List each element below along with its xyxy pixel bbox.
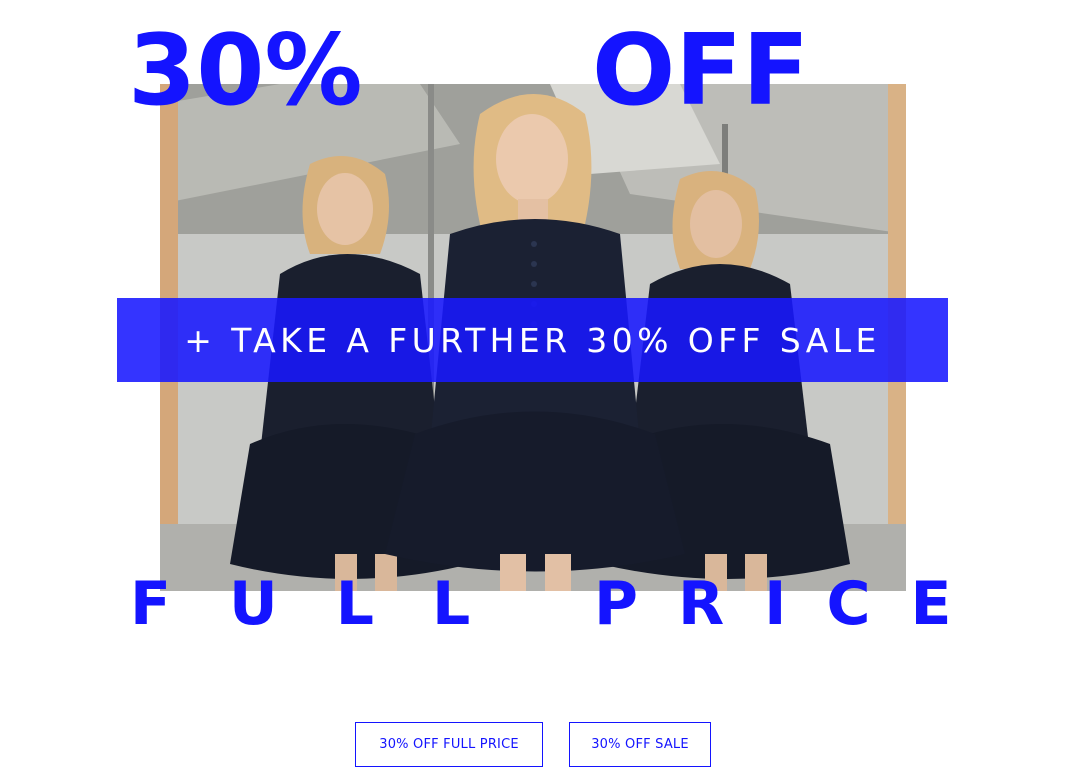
headline-off: OFF [592,14,810,128]
further-discount-banner[interactable]: + TAKE A FURTHER 30% OFF SALE [117,298,948,382]
headline-full: FULL [130,569,529,639]
full-price-button[interactable]: 30% OFF FULL PRICE [355,722,543,767]
headline-percent: 30% [128,14,363,128]
promo-actions: 30% OFF FULL PRICE 30% OFF SALE [0,722,1080,767]
banner-text: + TAKE A FURTHER 30% OFF SALE [184,320,881,360]
headline-price: PRICE [594,569,992,639]
promo-hero[interactable]: 30% OFF + TAKE A FURTHER 30% OFF SALE FU… [0,0,1080,680]
sale-button[interactable]: 30% OFF SALE [569,722,711,767]
